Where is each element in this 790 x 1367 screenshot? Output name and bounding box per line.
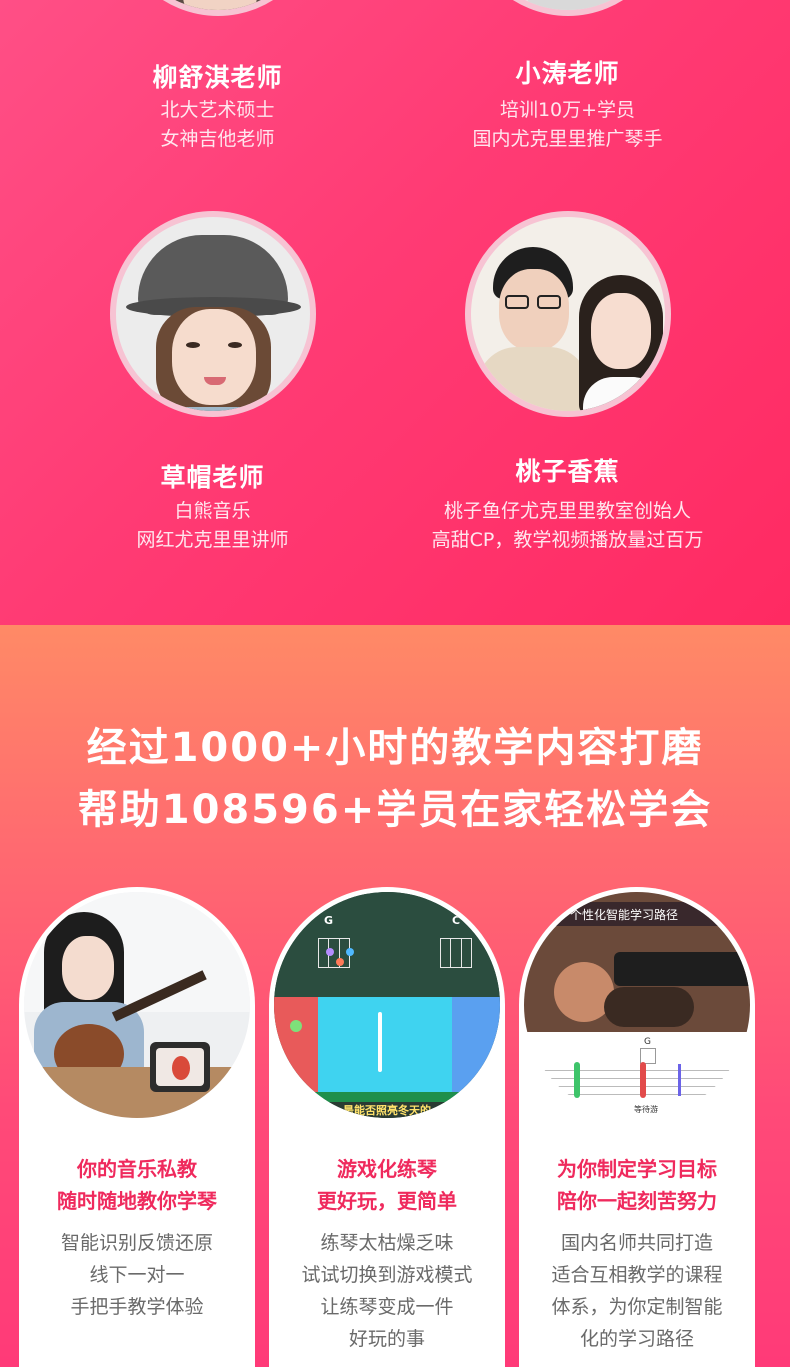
card-image-game-screen: G C 是能否照亮冬天的 [274, 892, 500, 1118]
card-body-line: 让练琴变成一件 [320, 1296, 454, 1318]
chord-diagram-icon [440, 938, 472, 968]
card-body-line: 手把手教学体验 [70, 1296, 204, 1318]
teacher-desc-1: 白熊音乐 [174, 500, 251, 522]
card-body-line: 好玩的事 [348, 1328, 425, 1350]
teacher-name: 小涛老师 [515, 59, 620, 88]
card-body: 练琴太枯燥乏味 试试切换到游戏模式 让练琴变成一件 好玩的事 [283, 1227, 491, 1355]
course-section: 经过1000+小时的教学内容打磨 帮助108596+学员在家轻松学会 你的音乐私… [0, 625, 790, 1367]
card-image-learning-screen: 个性化智能学习路径 G 等待游 [524, 892, 750, 1118]
card-body-line: 适合互相教学的课程 [551, 1264, 723, 1286]
headline-line-1: 经过1000+小时的教学内容打磨 [86, 725, 704, 771]
headline-line-2: 帮助108596+学员在家轻松学会 [77, 787, 713, 833]
card-body-line: 线下一对一 [89, 1264, 185, 1286]
teacher-desc-2: 女神吉他老师 [160, 128, 275, 150]
chord-label: G [644, 1037, 651, 1047]
card-title-1: 你的音乐私教 [77, 1157, 197, 1181]
card-title-2: 随时随地教你学琴 [57, 1189, 217, 1213]
chord-label-left: G [324, 914, 334, 927]
card-body-line: 试试切换到游戏模式 [301, 1264, 473, 1286]
card-title-2: 陪你一起刻苦努力 [557, 1189, 717, 1213]
teacher-name: 柳舒淇老师 [152, 63, 283, 92]
card-title-1: 为你制定学习目标 [557, 1157, 717, 1181]
feature-card-game-mode[interactable]: G C 是能否照亮冬天的 游戏化练琴 更好玩，更简单 练琴太枯燥乏味 试试切换到… [269, 887, 505, 1367]
card-title-1: 游戏化练琴 [337, 1157, 437, 1181]
teacher-photo [109, 211, 316, 417]
screen-caption: 等待游 [634, 1105, 658, 1114]
screen-banner: 个性化智能学习路径 [570, 908, 679, 922]
card-image-girl-ukulele [24, 892, 250, 1118]
teacher-desc-1: 培训10万+学员 [499, 99, 636, 121]
teacher-photo [464, 0, 671, 16]
card-body: 国内名师共同打造 适合互相教学的课程 体系，为你定制智能 化的学习路径 [533, 1227, 741, 1355]
teacher-desc-2: 网红尤克里里讲师 [136, 529, 289, 551]
card-body: 智能识别反馈还原 线下一对一 手把手教学体验 [33, 1227, 241, 1323]
card-body-line: 化的学习路径 [579, 1328, 694, 1350]
feature-card-private-tutor[interactable]: 你的音乐私教 随时随地教你学琴 智能识别反馈还原 线下一对一 手把手教学体验 [19, 887, 255, 1367]
teacher-desc-1: 北大艺术硕士 [160, 99, 275, 121]
teacher-desc-2: 国内尤克里里推广琴手 [472, 128, 663, 150]
teachers-section: 柳舒淇老师 北大艺术硕士 女神吉他老师 小涛老师 培训10万+学员 国内尤克里里… [0, 0, 790, 625]
teacher-desc-1: 桃子鱼仔尤克里里教室创始人 [443, 500, 691, 522]
teacher-name: 草帽老师 [160, 463, 265, 492]
app-logo-icon [548, 905, 564, 921]
card-body-line: 练琴太枯燥乏味 [320, 1232, 454, 1254]
teacher-photo [464, 211, 671, 417]
teacher-name: 桃子香蕉 [515, 457, 620, 486]
teacher-photo [114, 0, 321, 16]
feature-card-learning-path[interactable]: 个性化智能学习路径 G 等待游 为你制定学习目标 陪你一起刻苦努力 国内名师共同… [519, 887, 755, 1367]
chord-label-right: C [452, 914, 461, 927]
card-title-2: 更好玩，更简单 [317, 1189, 457, 1213]
card-body-line: 国内名师共同打造 [560, 1232, 713, 1254]
teacher-desc-2: 高甜CP，教学视频播放量过百万 [431, 529, 704, 551]
lyric-line: 是能否照亮冬天的 [274, 1102, 500, 1118]
card-body-line: 智能识别反馈还原 [60, 1232, 213, 1254]
card-body-line: 体系，为你定制智能 [551, 1296, 723, 1318]
